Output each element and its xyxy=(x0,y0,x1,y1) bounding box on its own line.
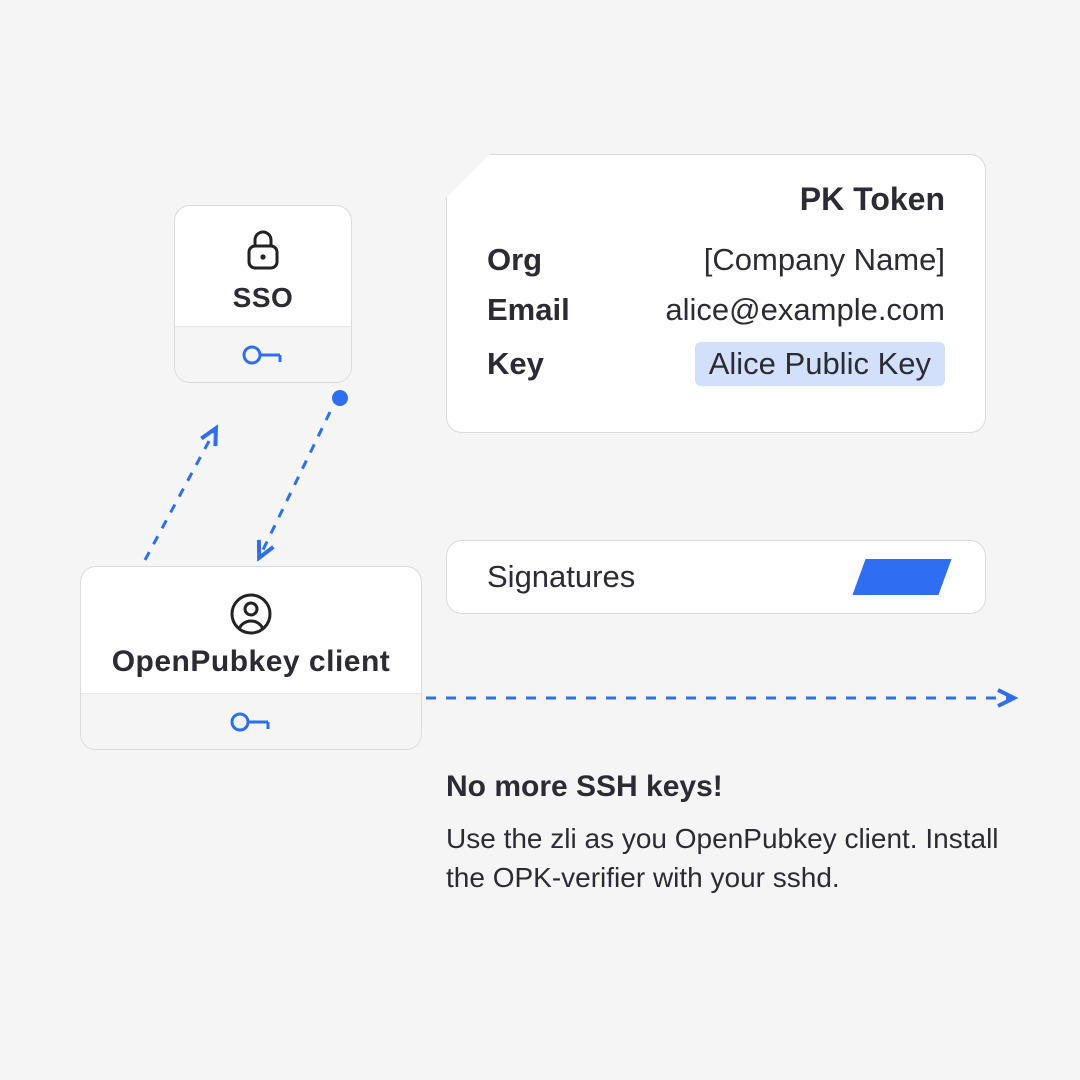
caption-body: Use the zli as you OpenPubkey client. In… xyxy=(446,820,1006,897)
sso-label: SSO xyxy=(233,282,294,314)
user-icon xyxy=(230,593,272,635)
signature-blob-icon xyxy=(852,559,951,595)
sso-box-top: SSO xyxy=(175,206,351,326)
pk-row-key: Key Alice Public Key xyxy=(487,342,945,386)
signatures-label: Signatures xyxy=(487,559,635,595)
pk-row-email: Email alice@example.com xyxy=(487,292,945,328)
lock-icon xyxy=(244,228,282,272)
client-label: OpenPubkey client xyxy=(112,645,391,679)
pk-row-value: alice@example.com xyxy=(619,292,945,328)
pk-row-org: Org [Company Name] xyxy=(487,242,945,278)
pk-token-card: PK Token Org [Company Name] Email alice@… xyxy=(446,154,986,433)
pk-row-value: [Company Name] xyxy=(619,242,945,278)
sso-box-bottom xyxy=(175,326,351,382)
pk-token-title: PK Token xyxy=(487,181,945,218)
pk-row-label: Email xyxy=(487,292,607,328)
pk-row-label: Key xyxy=(487,346,607,382)
sso-box: SSO xyxy=(174,205,352,383)
diagram-stage: SSO OpenPubkey client xyxy=(0,0,1080,1080)
client-box: OpenPubkey client xyxy=(80,566,422,750)
key-icon xyxy=(240,343,286,367)
client-box-bottom xyxy=(81,693,421,749)
pk-row-label: Org xyxy=(487,242,607,278)
caption: No more SSH keys! Use the zli as you Ope… xyxy=(446,770,1006,897)
pk-row-value-highlight: Alice Public Key xyxy=(695,342,945,386)
client-box-top: OpenPubkey client xyxy=(81,567,421,693)
signatures-card: Signatures xyxy=(446,540,986,614)
caption-headline: No more SSH keys! xyxy=(446,770,1006,804)
key-icon xyxy=(228,710,274,734)
